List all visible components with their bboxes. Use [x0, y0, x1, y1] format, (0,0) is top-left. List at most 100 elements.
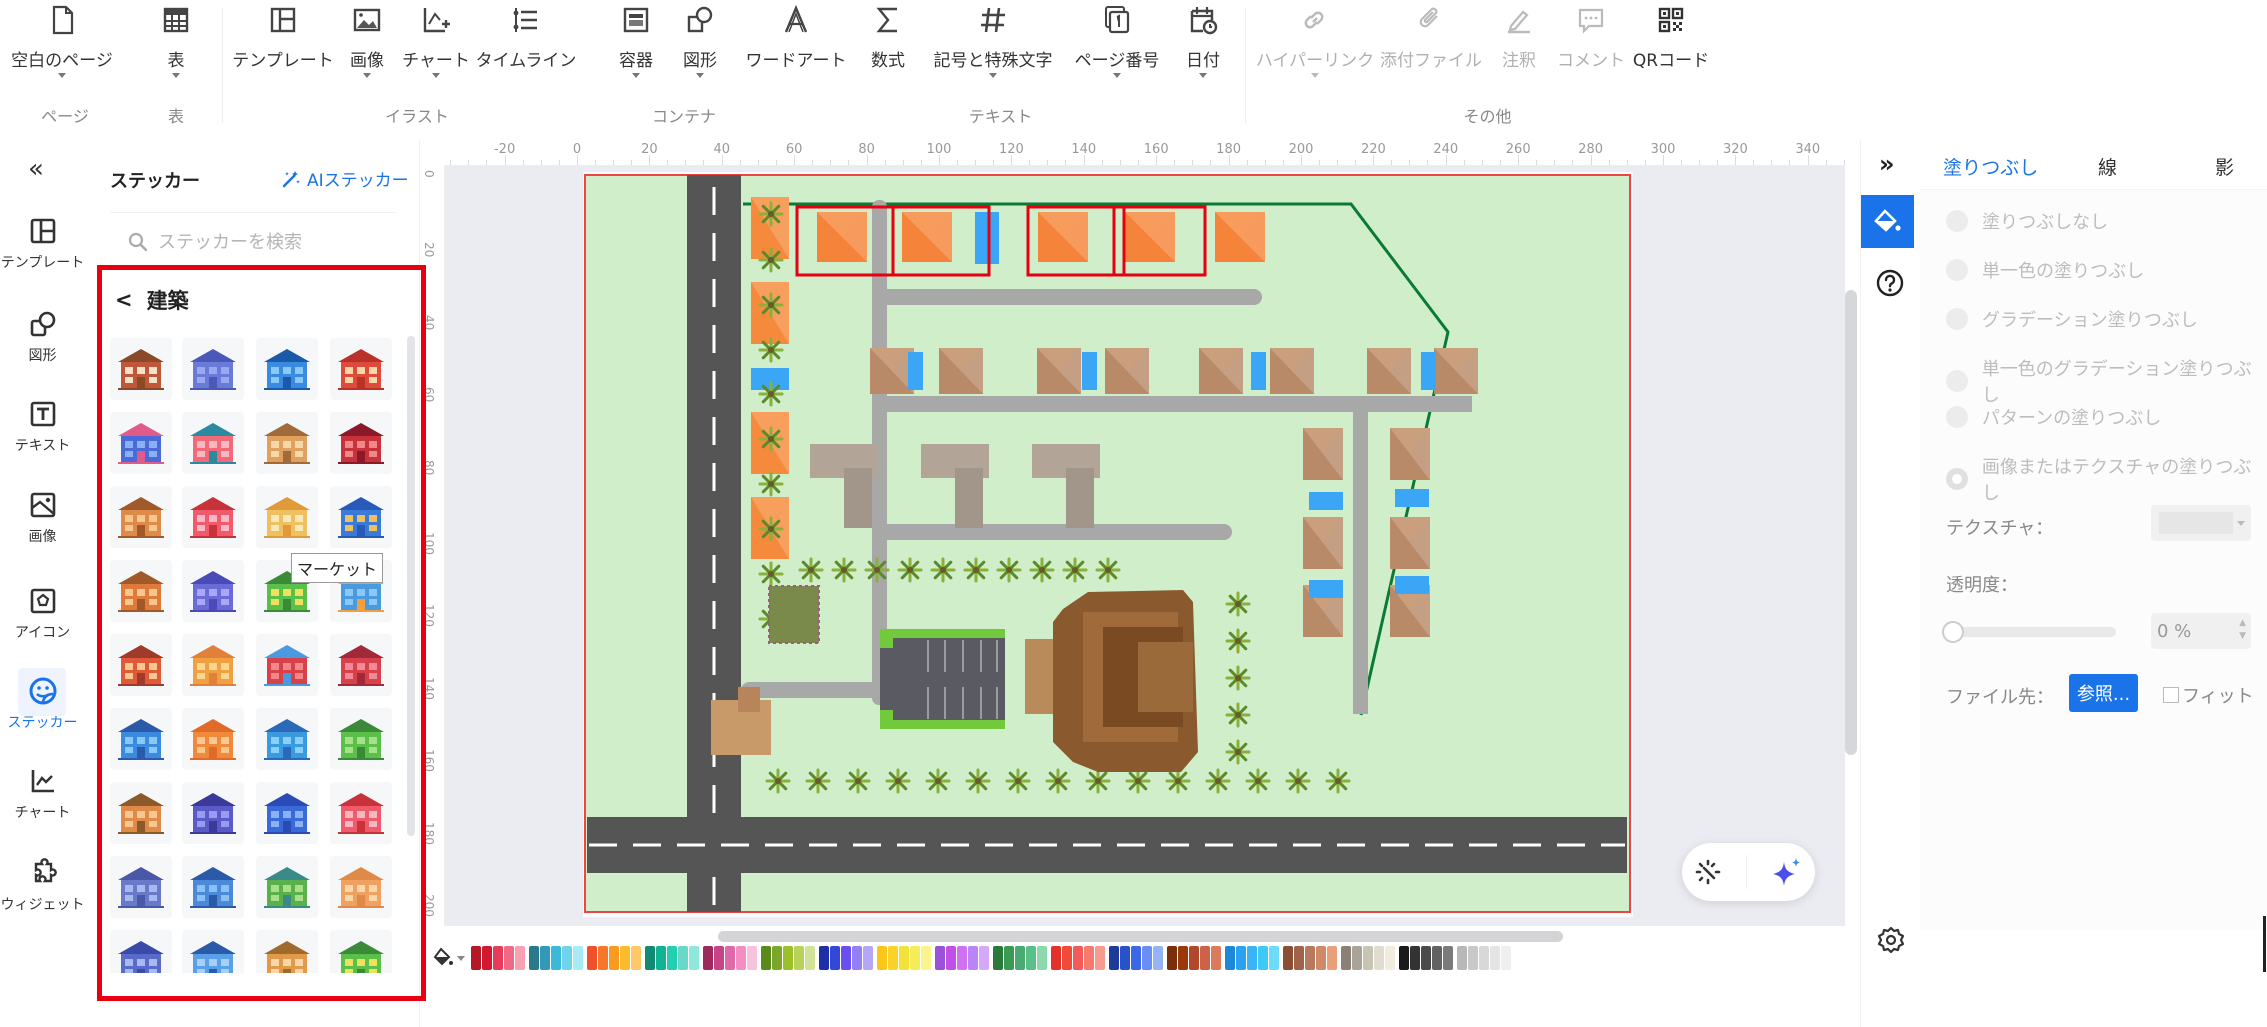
color-swatch[interactable]	[1316, 946, 1326, 970]
color-swatch[interactable]	[1363, 946, 1373, 970]
color-swatch[interactable]	[482, 946, 492, 970]
color-swatch[interactable]	[1026, 946, 1036, 970]
caret-down-icon[interactable]	[1311, 73, 1319, 78]
sticker-search-input[interactable]	[158, 231, 378, 253]
color-swatch[interactable]	[562, 946, 572, 970]
caret-down-icon[interactable]	[363, 73, 371, 78]
color-swatch[interactable]	[1037, 946, 1047, 970]
color-swatch[interactable]	[1421, 946, 1431, 970]
color-swatch[interactable]	[1225, 946, 1235, 970]
color-swatch[interactable]	[783, 946, 793, 970]
sticker-purple-castle[interactable]	[182, 782, 244, 844]
color-swatch[interactable]	[747, 946, 757, 970]
radio-button[interactable]	[1946, 406, 1968, 428]
sticker-green-house[interactable]	[330, 708, 392, 770]
color-swatch[interactable]	[772, 946, 782, 970]
fill-option-radio[interactable]: 塗りつぶしなし	[1946, 208, 2108, 234]
slider-knob[interactable]	[1942, 621, 1964, 643]
color-swatch[interactable]	[573, 946, 583, 970]
caret-down-icon[interactable]	[989, 73, 997, 78]
sticker-red-victorian-house[interactable]	[330, 634, 392, 696]
radio-button[interactable]	[1946, 468, 1968, 490]
color-swatch[interactable]	[921, 946, 931, 970]
radio-button[interactable]	[1946, 259, 1968, 281]
canvas-horizontal-scrollbar[interactable]	[718, 931, 1563, 942]
color-swatch[interactable]	[689, 946, 699, 970]
color-swatch[interactable]	[1153, 946, 1163, 970]
color-swatch[interactable]	[667, 946, 677, 970]
color-swatch[interactable]	[957, 946, 967, 970]
color-swatch[interactable]	[587, 946, 597, 970]
toolbar-button-shapes[interactable]: 図形	[650, 0, 750, 95]
color-swatch[interactable]	[1211, 946, 1221, 970]
color-swatch[interactable]	[993, 946, 1003, 970]
settings-gear-icon[interactable]	[1877, 926, 1905, 958]
sticker-blue-shop-house[interactable]	[110, 412, 172, 474]
color-swatch[interactable]	[1443, 946, 1453, 970]
sticker-green-store[interactable]	[256, 856, 318, 918]
texture-select[interactable]	[2151, 505, 2251, 541]
toolbar-button-attachment[interactable]: 添付ファイル	[1380, 0, 1482, 95]
color-swatch[interactable]	[819, 946, 829, 970]
color-swatch[interactable]	[1258, 946, 1268, 970]
color-swatch[interactable]	[1468, 946, 1478, 970]
toolbar-button-symbol[interactable]: 記号と特殊文字	[934, 0, 1053, 95]
caret-down-icon[interactable]	[432, 73, 440, 78]
color-swatch[interactable]	[946, 946, 956, 970]
color-swatch[interactable]	[1294, 946, 1304, 970]
fit-checkbox[interactable]: フィット	[2163, 682, 2254, 708]
rail-item-template[interactable]: テンプレート	[0, 210, 85, 290]
toolbar-button-timeline[interactable]: タイムライン	[476, 0, 576, 95]
fill-properties-button[interactable]	[1861, 195, 1914, 248]
caret-down-icon[interactable]	[172, 73, 180, 78]
color-swatch[interactable]	[551, 946, 561, 970]
color-swatch[interactable]	[1167, 946, 1177, 970]
ai-sticker-button[interactable]: AIステッカー	[281, 166, 409, 191]
toolbar-button-qr-code[interactable]: QRコード	[1621, 0, 1721, 95]
fill-option-radio[interactable]: 単一色のグラデーション塗りつぶし	[1946, 355, 2267, 407]
color-swatch[interactable]	[761, 946, 771, 970]
color-swatch[interactable]	[1501, 946, 1511, 970]
fill-option-radio[interactable]: グラデーション塗りつぶし	[1946, 306, 2198, 332]
stepper-arrows[interactable]: ▲ ▼	[2239, 617, 2246, 643]
sticker-blue-supermarket[interactable]	[330, 486, 392, 548]
color-swatch[interactable]	[725, 946, 735, 970]
color-swatch[interactable]	[703, 946, 713, 970]
color-swatch[interactable]	[1189, 946, 1199, 970]
sticker-blue-office[interactable]	[256, 708, 318, 770]
rail-item-sticker[interactable]: ステッカー	[0, 668, 85, 750]
sticker-blue-boutique[interactable]	[110, 708, 172, 770]
radio-button[interactable]	[1946, 370, 1968, 392]
color-swatch[interactable]	[1015, 946, 1025, 970]
fill-option-radio[interactable]: 画像またはテクスチャの塗りつぶし	[1946, 453, 2267, 505]
color-swatch[interactable]	[504, 946, 514, 970]
color-swatch[interactable]	[979, 946, 989, 970]
color-swatch[interactable]	[471, 946, 481, 970]
expand-panel-icon[interactable]: »	[1879, 150, 1895, 178]
sticker-orange-apartment[interactable]	[182, 708, 244, 770]
color-swatch[interactable]	[1084, 946, 1094, 970]
radio-button[interactable]	[1946, 308, 1968, 330]
color-swatch[interactable]	[910, 946, 920, 970]
sticker-suburban-house[interactable]	[182, 338, 244, 400]
color-swatch[interactable]	[1062, 946, 1072, 970]
tab-line[interactable]: 線	[2098, 153, 2117, 180]
checkbox-box[interactable]	[2163, 687, 2179, 703]
color-swatch[interactable]	[888, 946, 898, 970]
color-swatch[interactable]	[1269, 946, 1279, 970]
toolbar-button-hyperlink[interactable]: ハイパーリンク	[1256, 0, 1374, 95]
toolbar-button-formula[interactable]: 数式	[838, 0, 938, 95]
sticker-pink-shop[interactable]	[182, 412, 244, 474]
sticker-red-chapel[interactable]	[256, 634, 318, 696]
sticker-orange-bank[interactable]	[256, 930, 318, 973]
tab-fill[interactable]: 塗りつぶし	[1943, 153, 2038, 180]
color-swatch[interactable]	[678, 946, 688, 970]
rail-item-text[interactable]: テキスト	[0, 393, 85, 473]
sticker-red-villa[interactable]	[110, 634, 172, 696]
sticker-red-apartment[interactable]	[330, 782, 392, 844]
transparency-slider[interactable]	[1942, 621, 2116, 643]
toolbar-button-page-number[interactable]: ページ番号	[1067, 0, 1167, 95]
color-swatch[interactable]	[830, 946, 840, 970]
caret-down-icon[interactable]	[632, 73, 640, 78]
color-swatch[interactable]	[1374, 946, 1384, 970]
